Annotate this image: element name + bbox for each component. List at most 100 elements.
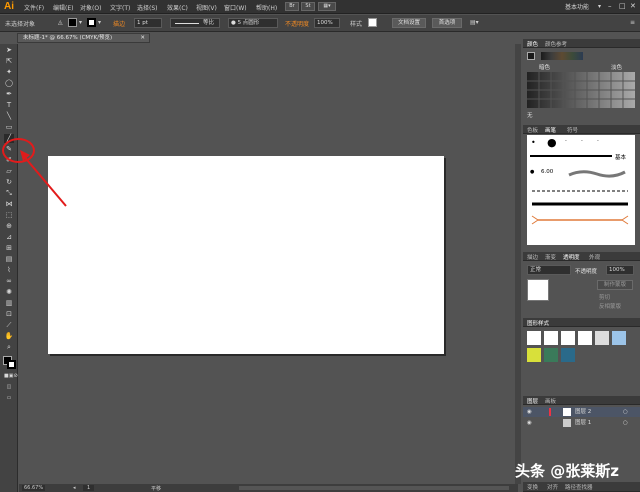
tab-brushes[interactable]: 画笔 xyxy=(545,126,556,134)
style-7[interactable] xyxy=(561,348,575,362)
variable-width-profile[interactable]: 等比 xyxy=(170,18,220,28)
artboard-number[interactable]: 1 xyxy=(83,485,95,491)
target-icon[interactable]: ○ xyxy=(623,418,628,428)
gradient-tool-icon[interactable]: ▤ xyxy=(4,255,14,264)
clip-checkbox[interactable]: 剪切 xyxy=(599,293,610,301)
artboard[interactable] xyxy=(48,156,444,354)
tab-appearance[interactable]: 外观 xyxy=(589,253,600,261)
menu-object[interactable]: 对象(O) xyxy=(80,3,101,12)
style-4[interactable] xyxy=(612,331,626,345)
stroke-weight-field[interactable]: 1 pt xyxy=(134,18,162,28)
type-tool-icon[interactable]: T xyxy=(4,101,14,110)
stock-icon[interactable]: St xyxy=(301,2,315,11)
stroke-swatch[interactable] xyxy=(87,18,96,27)
style-none[interactable] xyxy=(544,331,558,345)
column-graph-tool-icon[interactable]: ▥ xyxy=(4,299,14,308)
style-2[interactable] xyxy=(578,331,592,345)
arrow-brush[interactable] xyxy=(530,215,630,225)
layer-row[interactable]: ◉ 图层 1 ○ xyxy=(523,418,640,428)
minimize-button[interactable]: – xyxy=(608,2,612,10)
arrange-icon[interactable]: ▤▾ xyxy=(470,19,479,26)
chevron-down-icon[interactable]: ▾ xyxy=(79,19,82,26)
lasso-tool-icon[interactable]: ◯ xyxy=(4,79,14,88)
menu-view[interactable]: 视图(V) xyxy=(196,3,217,12)
dashed-brush[interactable] xyxy=(530,185,630,195)
slice-tool-icon[interactable]: ⟋ xyxy=(4,321,14,330)
eyedropper-tool-icon[interactable]: ⌇ xyxy=(4,266,14,275)
selection-tool-icon[interactable]: ➤ xyxy=(4,46,14,55)
style-5[interactable] xyxy=(527,348,541,362)
make-mask-button[interactable]: 制作蒙版 xyxy=(597,280,633,290)
mesh-tool-icon[interactable]: ⊞ xyxy=(4,244,14,253)
page-first-icon[interactable]: ◂ xyxy=(73,485,76,491)
zoom-tool-icon[interactable]: ⌕ xyxy=(4,343,14,352)
vertical-scrollbar[interactable] xyxy=(515,44,521,484)
brush-definition[interactable]: ● 5 点圆形 xyxy=(228,18,278,28)
artboard-tool-icon[interactable]: ⊡ xyxy=(4,310,14,319)
tab-graphic-styles[interactable]: 图形样式 xyxy=(527,319,549,327)
layer-row[interactable]: ◉ 图层 2 ○ xyxy=(523,407,640,417)
drawing-mode-icon[interactable]: ◫ xyxy=(4,383,14,392)
preferences-button[interactable]: 首选项 xyxy=(432,18,462,28)
shape-builder-tool-icon[interactable]: ⊕ xyxy=(4,222,14,231)
tab-layers[interactable]: 图层 xyxy=(527,397,538,405)
fill-swatch[interactable] xyxy=(68,18,77,27)
layer-name[interactable]: 图层 2 xyxy=(575,407,591,417)
tab-gradient[interactable]: 渐变 xyxy=(545,253,556,261)
hand-tool-icon[interactable]: ✋ xyxy=(4,332,14,341)
tab-align[interactable]: 对齐 xyxy=(547,483,558,491)
menu-select[interactable]: 选择(S) xyxy=(137,3,158,12)
workspace-switcher[interactable]: 基本功能 xyxy=(565,2,589,11)
brush-dot-tiny[interactable]: · xyxy=(565,138,567,145)
rectangle-tool-icon[interactable]: ▭ xyxy=(4,123,14,132)
harmony-swatches[interactable] xyxy=(541,52,583,60)
color-mode-icons[interactable]: ■▣⊘ xyxy=(4,372,18,381)
menu-effect[interactable]: 效果(C) xyxy=(167,3,188,12)
opacity-field[interactable]: 100% xyxy=(606,265,634,275)
maximize-button[interactable]: □ xyxy=(619,2,626,10)
blend-mode-select[interactable]: 正常 xyxy=(527,265,571,275)
document-tab[interactable]: 未标题-1* @ 66.67% (CMYK/预览) ✕ xyxy=(17,33,150,43)
symbol-sprayer-tool-icon[interactable]: ✺ xyxy=(4,288,14,297)
brush-dot-small[interactable]: • xyxy=(531,138,536,147)
tab-artboards[interactable]: 画板 xyxy=(545,397,556,405)
zoom-level[interactable]: 66.67% xyxy=(22,485,46,491)
menu-type[interactable]: 文字(T) xyxy=(110,3,130,12)
opacity-label[interactable]: 不透明度 xyxy=(285,19,309,28)
stroke-label[interactable]: 描边 xyxy=(113,19,125,28)
brushes-list[interactable]: • ● · · · 基本 ● 6.00 xyxy=(527,135,635,245)
style-default[interactable] xyxy=(527,331,541,345)
document-setup-button[interactable]: 文档设置 xyxy=(392,18,426,28)
style-6[interactable] xyxy=(544,348,558,362)
base-color-swatch[interactable] xyxy=(527,52,535,60)
rough-brush[interactable] xyxy=(530,199,630,209)
menu-file[interactable]: 文件(F) xyxy=(24,3,44,12)
horizontal-scrollbar[interactable] xyxy=(239,486,509,490)
basic-brush-stroke[interactable] xyxy=(530,155,612,157)
style-1[interactable] xyxy=(561,331,575,345)
magic-wand-tool-icon[interactable]: ✦ xyxy=(4,68,14,77)
perspective-grid-tool-icon[interactable]: ⊿ xyxy=(4,233,14,242)
brush-dot-large[interactable]: ● xyxy=(547,136,557,149)
close-button[interactable]: ✕ xyxy=(630,2,636,10)
color-variations-grid[interactable] xyxy=(527,72,635,108)
tab-pathfinder[interactable]: 路径查找器 xyxy=(565,483,593,491)
line-tool-icon[interactable]: ╲ xyxy=(4,112,14,121)
brush-dot-tiny[interactable]: · xyxy=(581,138,583,145)
layer-name[interactable]: 图层 1 xyxy=(575,418,591,428)
opacity-field[interactable]: 100% xyxy=(314,18,340,28)
pen-tool-icon[interactable]: ✒ xyxy=(4,90,14,99)
menu-help[interactable]: 帮助(H) xyxy=(256,3,277,12)
tab-symbols[interactable]: 符号 xyxy=(567,126,578,134)
free-transform-tool-icon[interactable]: ⬚ xyxy=(4,211,14,220)
eye-icon[interactable]: ◉ xyxy=(527,418,532,428)
screen-mode-icon[interactable]: ▭ xyxy=(4,394,14,403)
tab-transparency[interactable]: 透明度 xyxy=(563,253,580,261)
tab-color[interactable]: 颜色 xyxy=(527,40,538,48)
graphic-style-swatch[interactable] xyxy=(368,18,377,27)
brush-dot-tiny[interactable]: · xyxy=(597,138,599,145)
bridge-icon[interactable]: Br xyxy=(285,2,299,11)
menu-edit[interactable]: 编辑(E) xyxy=(53,3,73,12)
arrange-documents-icon[interactable]: ▦▾ xyxy=(318,2,336,11)
blend-tool-icon[interactable]: ∞ xyxy=(4,277,14,286)
